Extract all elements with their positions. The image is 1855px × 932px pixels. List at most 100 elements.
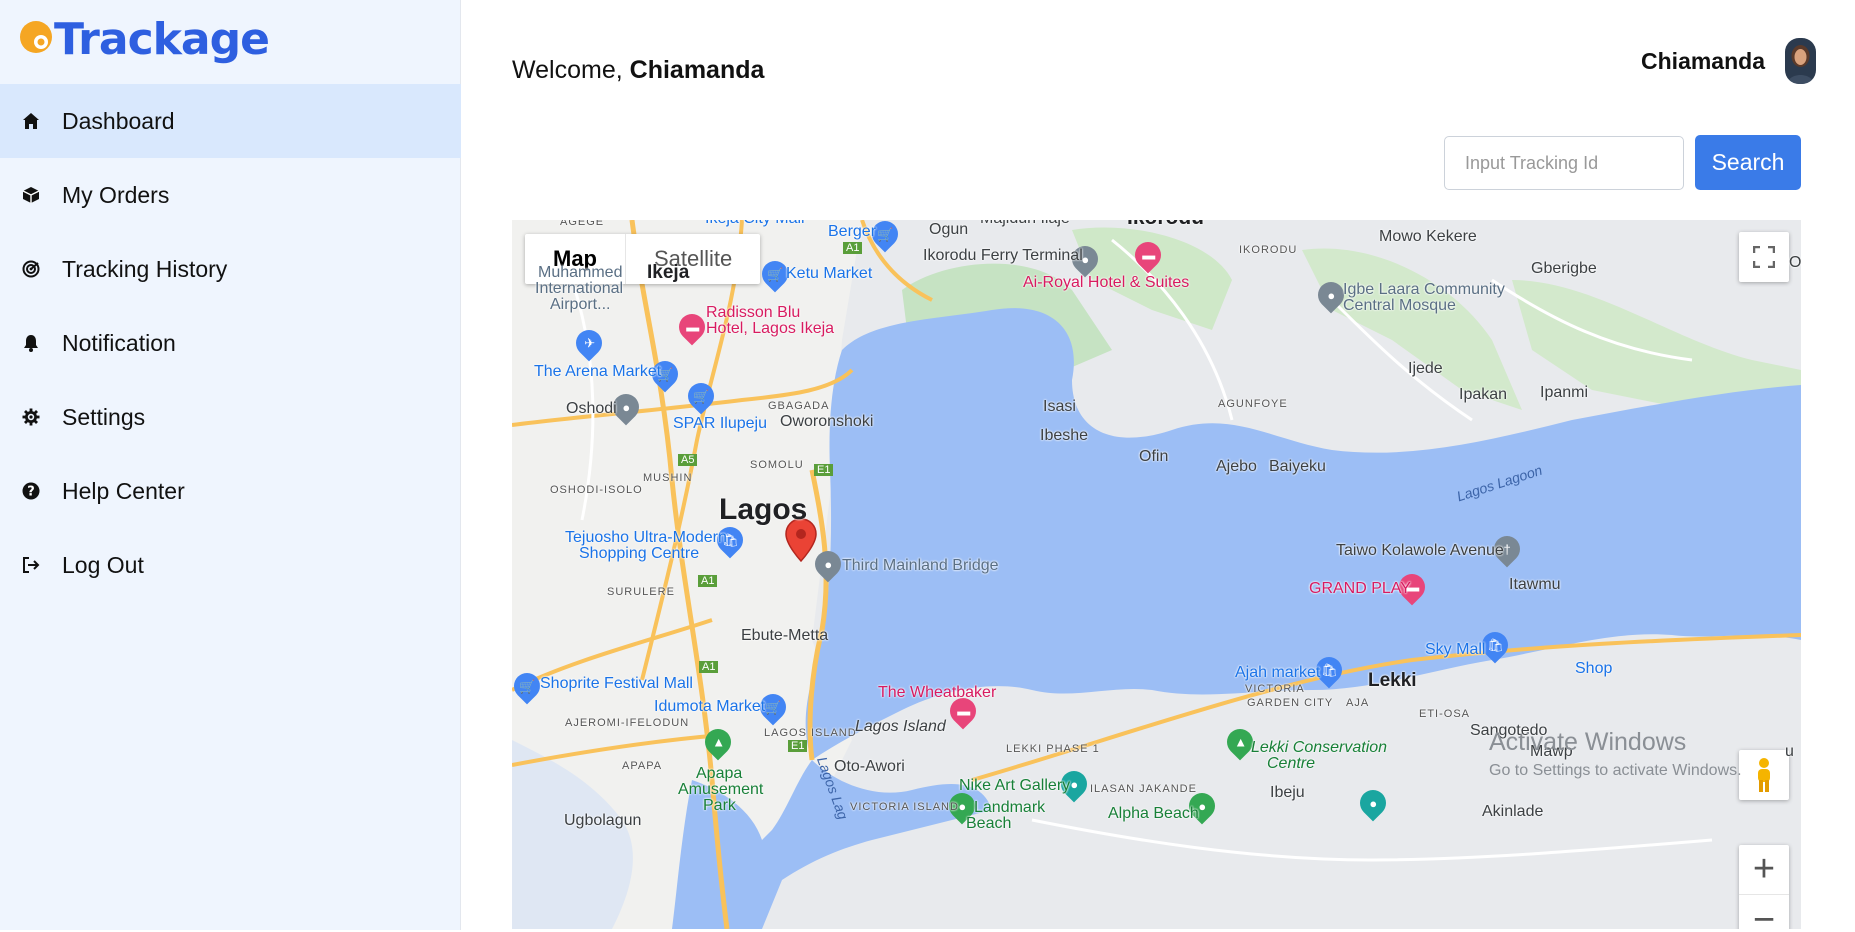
fullscreen-icon <box>1753 246 1775 268</box>
user-profile[interactable]: Chiamanda <box>1641 38 1816 84</box>
brand-logo[interactable]: Trackage <box>18 13 270 65</box>
map-label: Ugbolagun <box>564 812 642 829</box>
map-label: Taiwo Kolawole Avenue <box>1336 542 1504 559</box>
map-label: GRAND PLAY <box>1309 580 1411 597</box>
sidebar-item-dashboard[interactable]: Dashboard <box>0 84 461 158</box>
road-shield: A1 <box>843 242 863 254</box>
logo-pin-icon <box>20 21 52 53</box>
map-label: Ketu Market <box>786 265 873 282</box>
sidebar-item-label: Settings <box>62 403 146 430</box>
map-label: The Arena Market <box>534 363 662 380</box>
map-label: AJEROMI-IFELODUN <box>565 717 690 729</box>
map-label: The Wheatbaker <box>878 684 997 701</box>
zoom-control: + − <box>1739 845 1789 929</box>
map-label: LAGOS ISLAND <box>764 727 857 739</box>
welcome-message: Welcome, Chiamanda <box>512 56 764 85</box>
map-label: Shop <box>1575 660 1613 677</box>
zoom-out-button[interactable]: − <box>1739 895 1789 930</box>
map-label: Isasi <box>1043 398 1076 415</box>
map-label: VICTORIA <box>1245 683 1305 695</box>
map-label: SURULERE <box>607 586 675 598</box>
map-label: Ikorodu Ferry Terminal <box>923 247 1083 264</box>
map-label: Akinlade <box>1482 803 1544 820</box>
map-label: Gberigbe <box>1531 260 1597 277</box>
sidebar-nav: Dashboard My Orders Tracking History Not… <box>0 84 461 602</box>
bell-icon <box>20 332 42 354</box>
road-shield: A1 <box>698 575 718 587</box>
sidebar-item-my-orders[interactable]: My Orders <box>0 158 461 232</box>
map-label: GARDEN CITY <box>1247 697 1334 709</box>
map-label: Ajah market <box>1235 664 1321 681</box>
question-circle-icon: ? <box>20 480 42 502</box>
map-label: ETI-OSA <box>1419 708 1471 720</box>
map-label: Ijede <box>1408 360 1443 377</box>
map-label: O <box>1789 254 1801 271</box>
map-label: Ikeja City Mall <box>705 220 805 228</box>
map-label: Airport... <box>550 296 611 313</box>
map-label: Lekki <box>1368 670 1417 691</box>
map-label: Oworonshoki <box>780 413 874 430</box>
map-label: Hotel, Lagos Ikeja <box>706 320 835 337</box>
app-root: Trackage Dashboard My Orders Tracking Hi… <box>0 0 1855 932</box>
map-label: Ipakan <box>1459 386 1508 403</box>
map-label: Ogun <box>929 221 969 238</box>
sidebar-item-notification[interactable]: Notification <box>0 306 461 380</box>
map-label: GBAGADA <box>768 400 830 412</box>
welcome-prefix: Welcome, <box>512 56 623 84</box>
map-label: Itawmu <box>1509 576 1561 593</box>
tracking-id-input[interactable] <box>1444 136 1684 190</box>
street-view-button[interactable] <box>1739 750 1789 800</box>
avatar[interactable] <box>1785 38 1816 84</box>
map-label: VICTORIA ISLAND <box>850 801 959 813</box>
map-label: Baiyeku <box>1269 458 1326 475</box>
map-label: SOMOLU <box>750 459 804 471</box>
sidebar-item-label: Log Out <box>62 551 144 578</box>
map-label: Ofin <box>1139 448 1169 465</box>
map-label: Lagos <box>719 493 808 526</box>
map-label: Idumota Market <box>654 698 766 715</box>
sidebar-item-label: Tracking History <box>62 255 228 282</box>
road-shield: A1 <box>699 661 719 673</box>
map-label: SPAR Ilupeju <box>673 415 767 432</box>
map-label: APAPA <box>622 760 663 772</box>
svg-text:?: ? <box>27 485 35 500</box>
map-label: Ipanmi <box>1540 384 1589 401</box>
map-label: ILASAN JAKANDE <box>1090 783 1197 795</box>
road-shield: A5 <box>678 454 698 466</box>
road-shield: E1 <box>814 464 834 476</box>
map-label: Alpha Beach <box>1108 805 1199 822</box>
map-label: Ikorodu <box>1127 220 1204 230</box>
map-label: Sky Mall <box>1425 641 1486 658</box>
map-label: Centre <box>1267 755 1316 772</box>
map-label: Oshodi <box>566 400 617 417</box>
map-label: Ajebo <box>1216 458 1257 475</box>
map-label: Ebute-Metta <box>741 627 829 644</box>
map-label: OSHODI-ISOLO <box>550 484 643 496</box>
map-label: Ibeju <box>1270 784 1305 801</box>
map-label: Lagos Island <box>855 718 946 735</box>
map-label: Shopping Centre <box>579 545 700 562</box>
sidebar-item-help-center[interactable]: ? Help Center <box>0 454 461 528</box>
sidebar-item-label: Dashboard <box>62 107 175 134</box>
map-label: Ai-Royal Hotel & Suites <box>1023 274 1190 291</box>
brand-name: Trackage <box>54 13 270 65</box>
map-label: AGUNFOYE <box>1218 398 1288 410</box>
map-view[interactable]: Map Satellite + − 🛒 ✈ ▬ 🛒 🛒 🛒 ● ● ▬ ● 🛍 … <box>512 220 1801 929</box>
activate-windows-title: Activate Windows <box>1489 728 1687 756</box>
sidebar-item-tracking-history[interactable]: Tracking History <box>0 232 461 306</box>
search-button[interactable]: Search <box>1695 135 1801 190</box>
pegman-icon <box>1758 758 1770 792</box>
map-label: Nike Art Gallery <box>959 777 1071 794</box>
sidebar-item-log-out[interactable]: Log Out <box>0 528 461 602</box>
map-label: AGEGE <box>560 220 605 228</box>
zoom-in-button[interactable]: + <box>1739 845 1789 895</box>
map-label: Park <box>703 797 736 814</box>
radar-icon <box>20 258 42 280</box>
sidebar-item-settings[interactable]: Settings <box>0 380 461 454</box>
map-label: LEKKI PHASE 1 <box>1006 743 1100 755</box>
map-label: Berger <box>828 223 877 240</box>
map-label: Shoprite Festival Mall <box>540 675 693 692</box>
fullscreen-button[interactable] <box>1739 232 1789 282</box>
home-icon <box>20 110 42 132</box>
map-label: Mowo Kekere <box>1379 228 1477 245</box>
